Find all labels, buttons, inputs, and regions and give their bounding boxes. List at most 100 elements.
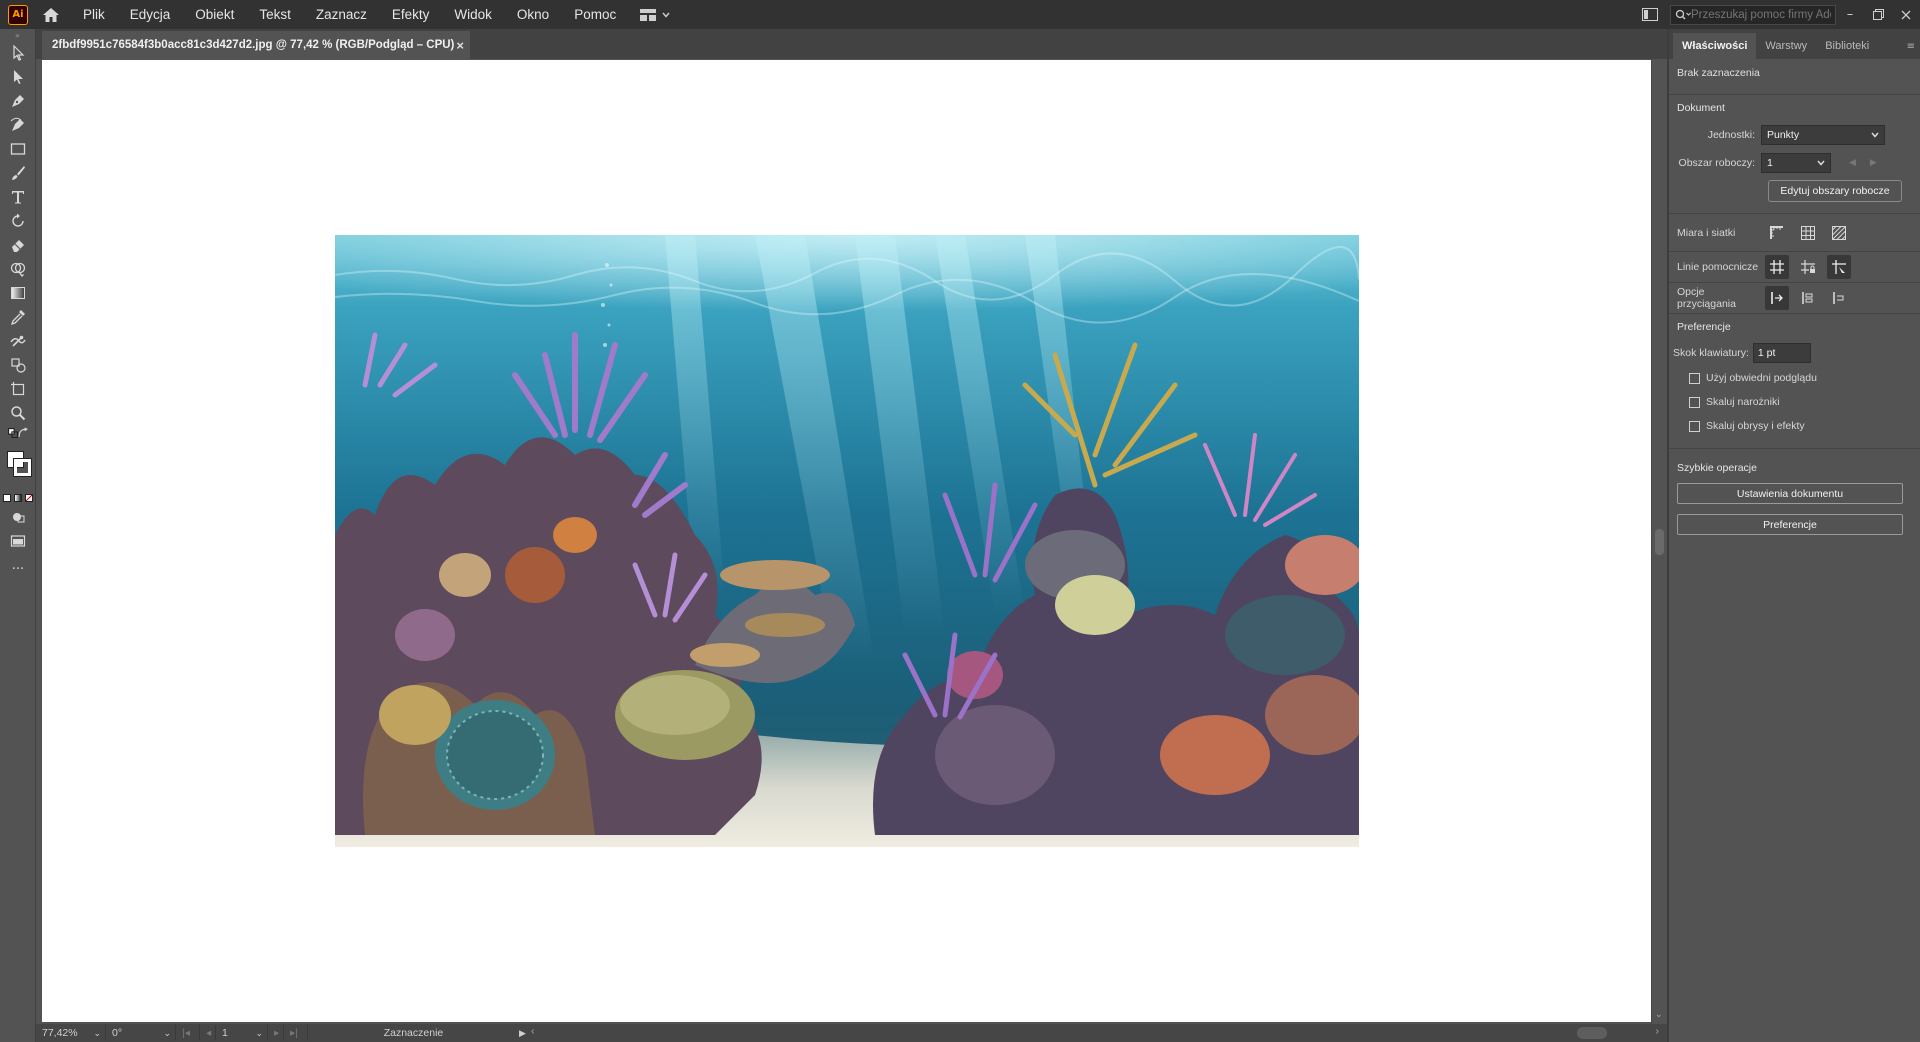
last-artboard-button[interactable]: ▸| xyxy=(284,1025,308,1041)
status-menu-button[interactable]: ▶ xyxy=(513,1025,527,1041)
menu-bar: Ai Plik Edycja Obiekt Tekst Zaznacz Efek… xyxy=(0,0,1920,29)
edit-toolbar-button[interactable]: ··· xyxy=(0,557,36,581)
menu-object[interactable]: Obiekt xyxy=(189,2,240,28)
minimize-button[interactable]: – xyxy=(1836,0,1864,29)
rectangle-tool[interactable] xyxy=(0,137,36,161)
stroke-swatch[interactable] xyxy=(13,458,32,477)
prev-artboard-button[interactable]: ◂ xyxy=(200,1025,216,1041)
pen-tool[interactable] xyxy=(0,89,36,113)
home-button[interactable] xyxy=(38,2,64,28)
scroll-left-arrow-icon[interactable]: ‹ xyxy=(531,1025,535,1037)
swap-colors-icon[interactable] xyxy=(18,424,28,442)
use-preview-bounds-row[interactable]: Użyj obwiedni podglądu xyxy=(1677,366,1912,390)
tools-panel: » ··· xyxy=(0,29,36,1042)
tab-properties[interactable]: Właściwości xyxy=(1673,33,1757,59)
paintbrush-tool[interactable] xyxy=(0,161,36,185)
vertical-scrollbar[interactable]: ⌄ xyxy=(1651,59,1667,1024)
direct-selection-tool[interactable] xyxy=(0,65,36,89)
horizontal-scroll-thumb[interactable] xyxy=(1577,1027,1607,1039)
prev-artboard-arrow-icon[interactable]: ◀ xyxy=(1849,158,1856,168)
smart-guides-button[interactable] xyxy=(1827,255,1851,279)
artboard-number-field[interactable]: 1 ⌄ xyxy=(216,1025,268,1041)
scale-corners-checkbox[interactable] xyxy=(1689,396,1700,408)
document-setup-button[interactable]: Ustawienia dokumentu xyxy=(1677,483,1903,504)
snap-to-pixel-button[interactable] xyxy=(1796,286,1820,310)
units-select[interactable]: Punkty xyxy=(1761,125,1885,145)
screen-mode-tool[interactable] xyxy=(0,529,36,553)
use-preview-bounds-label: Użyj obwiedni podglądu xyxy=(1706,372,1817,384)
use-preview-bounds-checkbox[interactable] xyxy=(1689,372,1700,384)
rotation-field[interactable]: 0° ⌄ xyxy=(106,1025,176,1041)
keyboard-increment-input[interactable] xyxy=(1752,343,1811,363)
menu-type[interactable]: Tekst xyxy=(253,2,297,28)
tab-layers[interactable]: Warstwy xyxy=(1756,33,1816,59)
snap-to-glyph-button[interactable] xyxy=(1827,286,1851,310)
close-window-button[interactable] xyxy=(1892,0,1920,29)
scroll-right-arrow-icon[interactable]: › xyxy=(1656,1025,1660,1037)
default-colors-row xyxy=(0,425,36,441)
next-artboard-button[interactable]: ▸ xyxy=(268,1025,284,1041)
none-mode-icon[interactable] xyxy=(25,494,33,502)
symbol-sprayer-tool[interactable] xyxy=(0,353,36,377)
vertical-scroll-thumb[interactable] xyxy=(1655,529,1664,555)
edit-artboards-button[interactable]: Edytuj obszary robocze xyxy=(1768,180,1902,202)
artboard[interactable] xyxy=(42,60,1651,1022)
eraser-icon xyxy=(12,240,24,252)
first-artboard-button[interactable]: |◂ xyxy=(176,1025,200,1041)
eraser-tool[interactable] xyxy=(0,233,36,257)
menu-file[interactable]: Plik xyxy=(77,2,111,28)
snap-glyph-icon xyxy=(1833,292,1844,304)
panel-menu-icon[interactable]: ≡ xyxy=(1907,41,1915,52)
horizontal-scrollbar[interactable]: ‹ › xyxy=(527,1024,1667,1042)
panel-toggle-button[interactable] xyxy=(1638,3,1662,27)
zoom-field[interactable]: 77,42% ⌄ xyxy=(36,1025,106,1041)
curvature-tool[interactable] xyxy=(0,113,36,137)
type-tool[interactable] xyxy=(0,185,36,209)
rotate-tool[interactable] xyxy=(0,209,36,233)
toggle-guides-button[interactable] xyxy=(1765,255,1789,279)
gradient-tool[interactable] xyxy=(0,281,36,305)
zoom-tool[interactable] xyxy=(0,401,36,425)
canvas[interactable] xyxy=(36,59,1651,1024)
help-search-input[interactable] xyxy=(1691,8,1831,21)
workspace-switcher[interactable] xyxy=(634,2,676,28)
blend-tool[interactable] xyxy=(0,329,36,353)
eyedropper-tool[interactable] xyxy=(0,305,36,329)
snap-to-point-button[interactable] xyxy=(1765,286,1789,310)
scale-strokes-effects-row[interactable]: Skaluj obrysy i efekty xyxy=(1677,414,1912,438)
help-search-field[interactable] xyxy=(1670,4,1836,25)
close-tab-icon[interactable]: × xyxy=(456,38,464,53)
menu-window[interactable]: Okno xyxy=(511,2,555,28)
shape-builder-tool[interactable] xyxy=(0,257,36,281)
menu-edit[interactable]: Edycja xyxy=(124,2,177,28)
menu-select[interactable]: Zaznacz xyxy=(310,2,373,28)
menu-effect[interactable]: Efekty xyxy=(386,2,436,28)
placed-coral-reef-image[interactable] xyxy=(335,235,1359,847)
scroll-down-arrow-icon[interactable]: ⌄ xyxy=(1655,1010,1663,1020)
smart-guides-icon xyxy=(1832,260,1846,274)
grid-icon xyxy=(1801,225,1815,240)
scale-corners-row[interactable]: Skaluj narożniki xyxy=(1677,390,1912,414)
color-mode-icon[interactable] xyxy=(3,494,11,502)
default-fill-stroke-icon[interactable] xyxy=(8,424,18,442)
artboard-tool[interactable] xyxy=(0,377,36,401)
workspace-grid-icon xyxy=(640,8,657,21)
toggle-transparency-grid-button[interactable] xyxy=(1827,221,1851,245)
artboard-select[interactable]: 1 xyxy=(1761,153,1831,173)
lock-guides-button[interactable] xyxy=(1796,255,1820,279)
toolbar-grip[interactable]: » xyxy=(0,29,35,41)
gradient-mode-icon[interactable] xyxy=(14,494,22,502)
menu-help[interactable]: Pomoc xyxy=(568,2,622,28)
toggle-rulers-button[interactable] xyxy=(1765,221,1789,245)
selection-tool[interactable] xyxy=(0,41,36,65)
document-tab[interactable]: 2fbdf9951c76584f3b0acc81c3d427d2.jpg @ 7… xyxy=(42,31,470,59)
menu-view[interactable]: Widok xyxy=(448,2,498,28)
tab-libraries[interactable]: Biblioteki xyxy=(1816,33,1878,59)
coral-reef-illustration xyxy=(335,235,1359,847)
scale-strokes-effects-checkbox[interactable] xyxy=(1689,420,1700,432)
preferences-button[interactable]: Preferencje xyxy=(1677,514,1903,535)
toggle-grid-button[interactable] xyxy=(1796,221,1820,245)
next-artboard-arrow-icon[interactable]: ▶ xyxy=(1870,158,1877,168)
restore-button[interactable] xyxy=(1864,0,1892,29)
draw-mode-tool[interactable] xyxy=(0,505,36,529)
